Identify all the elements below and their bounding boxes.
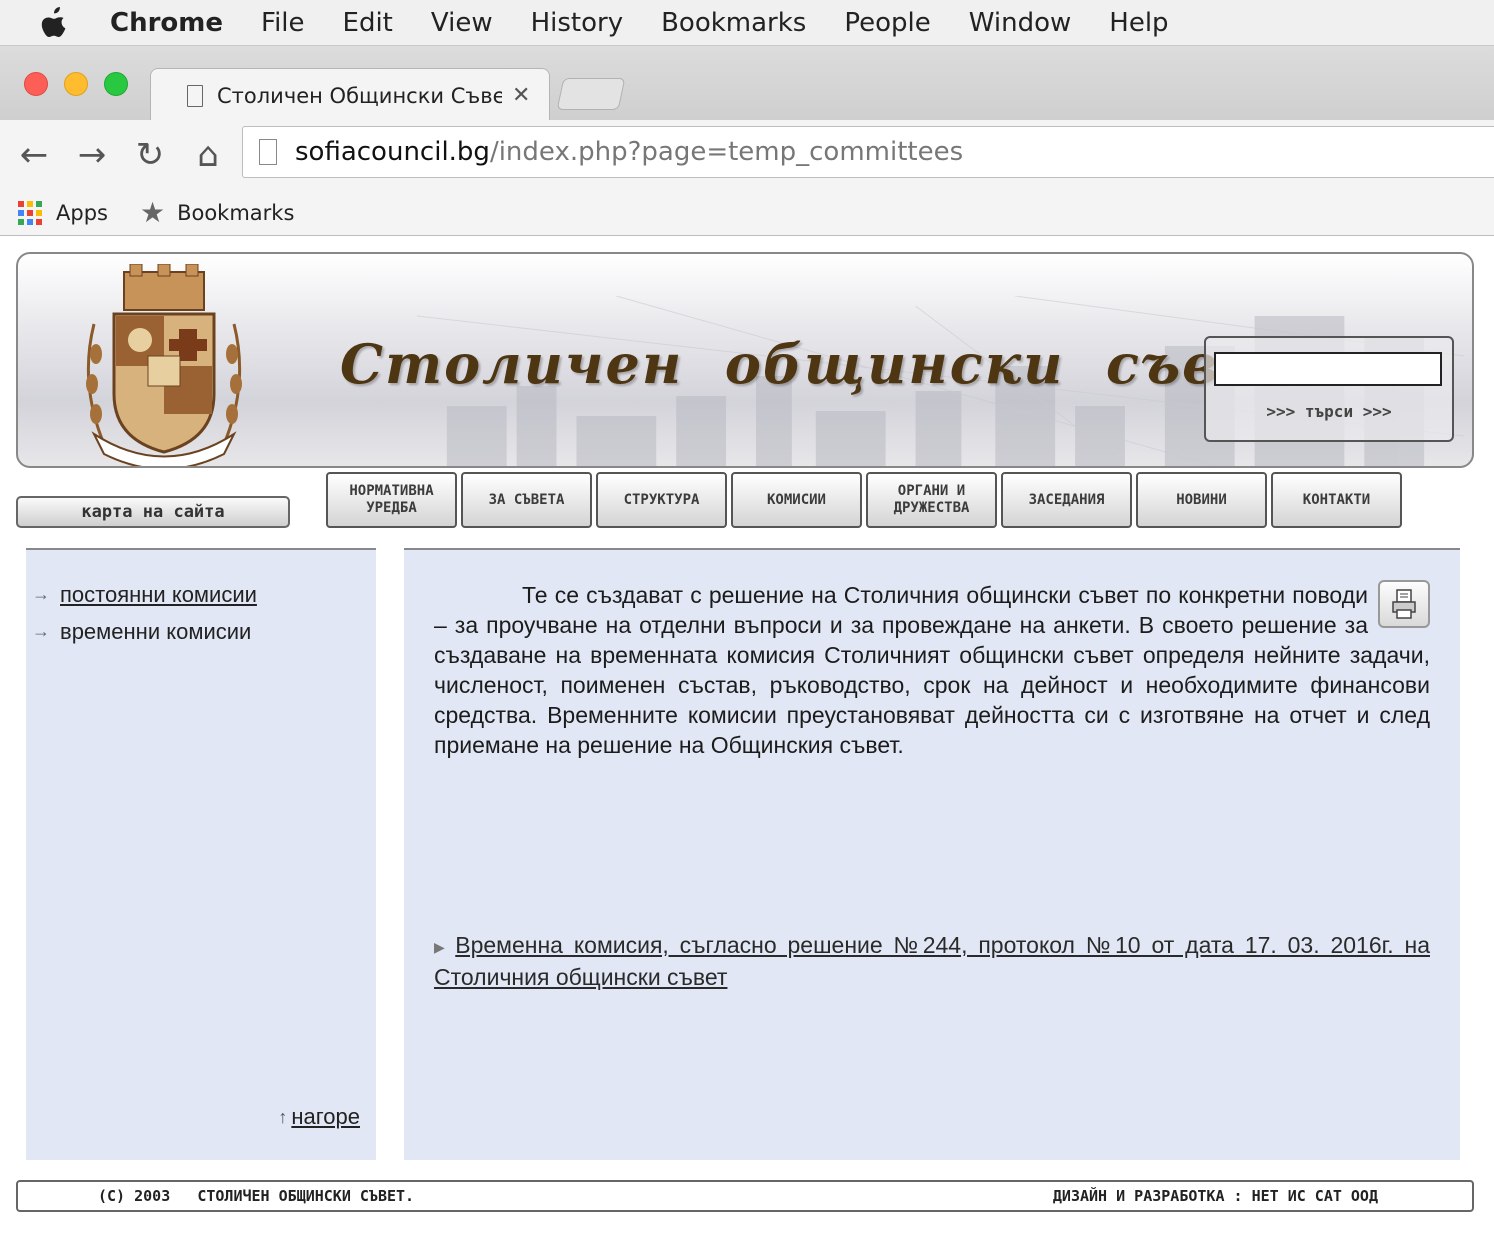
nav-contacts[interactable]: КОНТАКТИ bbox=[1271, 472, 1402, 528]
sidebar-label: временни комисии bbox=[60, 618, 252, 644]
page-info-icon[interactable] bbox=[259, 139, 277, 165]
nav-bodies-companies[interactable]: ОРГАНИ И ДРУЖЕСТВА bbox=[866, 472, 997, 528]
address-bar[interactable]: sofiacouncil.bg/index.php?page=temp_comm… bbox=[242, 126, 1494, 178]
nav-committees[interactable]: КОМИСИИ bbox=[731, 472, 862, 528]
page-icon bbox=[187, 84, 203, 107]
url-path: /index.php?page=temp_committees bbox=[489, 137, 964, 167]
menu-bookmarks[interactable]: Bookmarks bbox=[661, 8, 806, 38]
forward-icon[interactable]: → bbox=[74, 135, 110, 175]
back-to-top-link[interactable]: нагоре bbox=[291, 1104, 360, 1130]
committee-link[interactable]: Временна комисия, съгласно решение №244,… bbox=[434, 932, 1430, 990]
home-icon[interactable]: ⌂ bbox=[190, 135, 226, 175]
close-window-button[interactable] bbox=[24, 72, 48, 96]
web-page: Столичен общински съвет >>> търси >>> ка… bbox=[0, 236, 1494, 1236]
arrow-right-icon: → bbox=[32, 621, 50, 641]
zoom-window-button[interactable] bbox=[104, 72, 128, 96]
nav-about-council[interactable]: ЗА СЪВЕТА bbox=[461, 472, 592, 528]
search-panel: >>> търси >>> bbox=[1204, 336, 1454, 442]
main-navigation: НОРМАТИВНА УРЕДБА ЗА СЪВЕТА СТРУКТУРА КО… bbox=[326, 472, 1402, 528]
main-content: Те се създават с решение на Столичния об… bbox=[404, 548, 1460, 1160]
nav-structure[interactable]: СТРУКТУРА bbox=[596, 472, 727, 528]
print-button[interactable] bbox=[1378, 580, 1430, 628]
intro-paragraph: Те се създават с решение на Столичния об… bbox=[434, 580, 1430, 760]
site-banner: Столичен общински съвет >>> търси >>> bbox=[16, 252, 1474, 468]
close-tab-icon[interactable]: ✕ bbox=[512, 83, 530, 108]
menu-view[interactable]: View bbox=[431, 8, 493, 38]
star-icon[interactable]: ★ bbox=[140, 196, 165, 229]
developer-credit: ДИЗАЙН И РАЗРАБОТКА : НЕТ ИС САТ ООД bbox=[1052, 1187, 1378, 1205]
browser-tab[interactable]: Столичен Общински Съвет ✕ bbox=[150, 68, 550, 122]
back-icon[interactable]: ← bbox=[16, 135, 52, 175]
browser-toolbar: ← → ↻ ⌂ sofiacouncil.bg/index.php?page=t… bbox=[0, 120, 1494, 190]
sitemap-button[interactable]: карта на сайта bbox=[16, 496, 290, 528]
apps-bookmark[interactable]: Apps bbox=[56, 201, 108, 225]
nav-regulations[interactable]: НОРМАТИВНА УРЕДБА bbox=[326, 472, 457, 528]
site-title: Столичен общински съвет bbox=[340, 332, 1316, 396]
arrow-up-icon: ↑ bbox=[278, 1106, 288, 1127]
sidebar-item-permanent-committees[interactable]: → постоянни комисии bbox=[32, 576, 376, 613]
menu-help[interactable]: Help bbox=[1109, 8, 1168, 38]
tab-title: Столичен Общински Съвет bbox=[217, 83, 502, 108]
arrow-right-icon: → bbox=[32, 584, 50, 604]
apple-icon[interactable] bbox=[40, 6, 68, 39]
menu-window[interactable]: Window bbox=[969, 8, 1072, 38]
minimize-window-button[interactable] bbox=[64, 72, 88, 96]
committee-entry: ▶ Временна комисия, съгласно решение №244… bbox=[434, 930, 1430, 992]
menu-app-name[interactable]: Chrome bbox=[110, 8, 223, 38]
menu-history[interactable]: History bbox=[531, 8, 624, 38]
sidebar-link[interactable]: постоянни комисии bbox=[60, 582, 257, 608]
reload-icon[interactable]: ↻ bbox=[132, 135, 168, 175]
new-tab-button[interactable] bbox=[556, 78, 626, 110]
sidebar-item-temporary-committees[interactable]: → временни комисии bbox=[32, 613, 376, 650]
printer-icon bbox=[1392, 589, 1416, 619]
url-host: sofiacouncil.bg bbox=[295, 137, 490, 167]
triangle-bullet-icon: ▶ bbox=[434, 938, 450, 955]
bookmarks-folder[interactable]: Bookmarks bbox=[177, 201, 294, 225]
menu-people[interactable]: People bbox=[844, 8, 930, 38]
apps-grid-icon[interactable] bbox=[18, 200, 42, 225]
nav-news[interactable]: НОВИНИ bbox=[1136, 472, 1267, 528]
back-to-top[interactable]: ↑ нагоре bbox=[278, 1104, 360, 1130]
nav-sessions[interactable]: ЗАСЕДАНИЯ bbox=[1001, 472, 1132, 528]
tab-strip: Столичен Общински Съвет ✕ bbox=[0, 46, 1494, 122]
search-button[interactable]: >>> търси >>> bbox=[1206, 402, 1452, 421]
sofia-coat-of-arms-logo bbox=[86, 264, 242, 466]
menu-file[interactable]: File bbox=[261, 8, 305, 38]
sidebar: → постоянни комисии → временни комисии ↑… bbox=[26, 548, 376, 1160]
menu-bar: Chrome File Edit View History Bookmarks … bbox=[0, 0, 1494, 46]
copyright-text: (C) 2003 СТОЛИЧЕН ОБЩИНСКИ СЪВЕТ. bbox=[98, 1187, 415, 1205]
menu-edit[interactable]: Edit bbox=[343, 8, 393, 38]
intro-text: Те се създават с решение на Столичния об… bbox=[434, 582, 1430, 758]
search-input[interactable] bbox=[1214, 352, 1442, 386]
bookmarks-bar: Apps ★ Bookmarks bbox=[0, 190, 1494, 236]
site-footer: (C) 2003 СТОЛИЧЕН ОБЩИНСКИ СЪВЕТ. ДИЗАЙН… bbox=[16, 1180, 1474, 1212]
